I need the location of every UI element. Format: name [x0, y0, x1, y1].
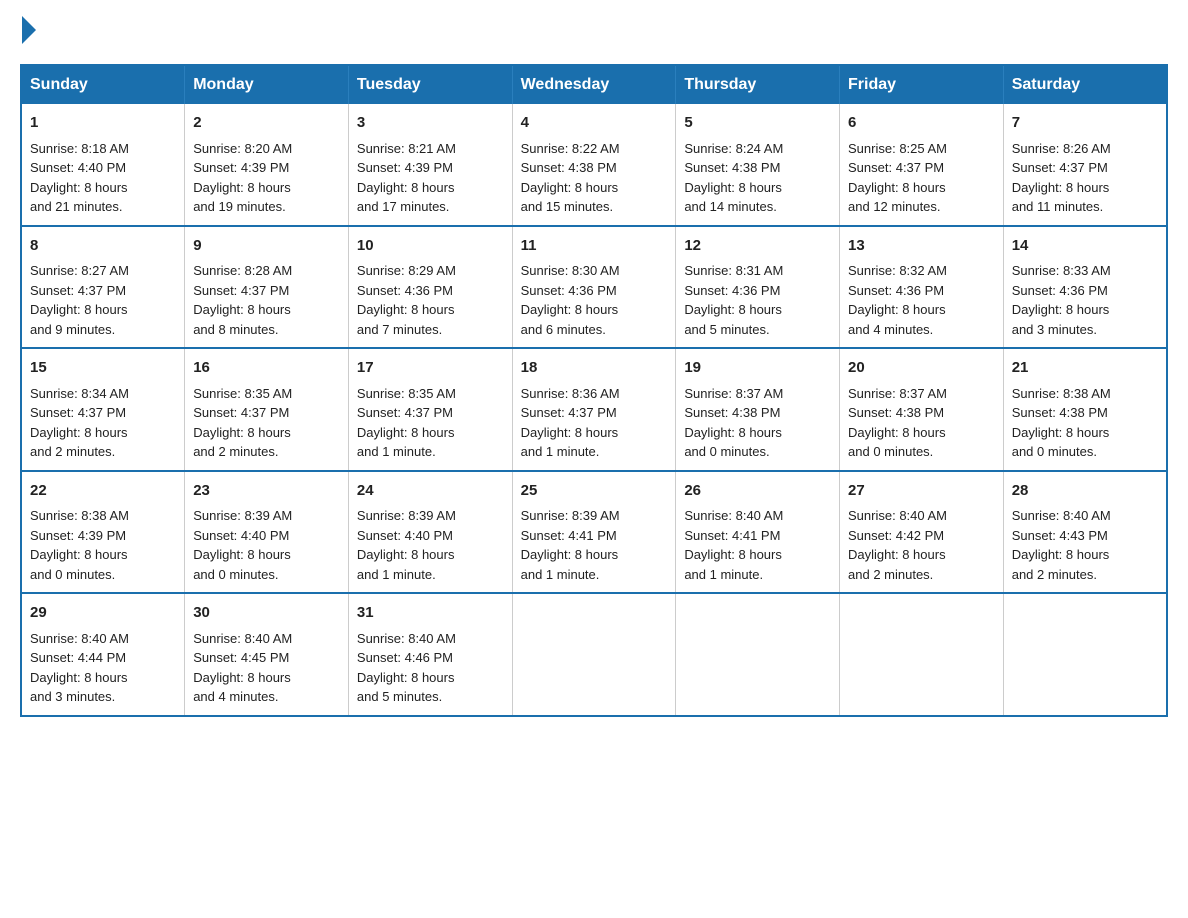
day-number: 20 — [848, 357, 995, 380]
day-number: 31 — [357, 602, 504, 625]
day-number: 22 — [30, 480, 176, 503]
calendar-cell: 17Sunrise: 8:35 AMSunset: 4:37 PMDayligh… — [348, 348, 512, 471]
calendar-cell: 15Sunrise: 8:34 AMSunset: 4:37 PMDayligh… — [21, 348, 185, 471]
weekday-header-sunday: Sunday — [21, 65, 185, 104]
weekday-header-row: SundayMondayTuesdayWednesdayThursdayFrid… — [21, 65, 1167, 104]
day-number: 21 — [1012, 357, 1158, 380]
day-number: 29 — [30, 602, 176, 625]
calendar-table: SundayMondayTuesdayWednesdayThursdayFrid… — [20, 64, 1168, 717]
calendar-cell: 5Sunrise: 8:24 AMSunset: 4:38 PMDaylight… — [676, 104, 840, 226]
calendar-cell: 10Sunrise: 8:29 AMSunset: 4:36 PMDayligh… — [348, 226, 512, 349]
calendar-cell: 13Sunrise: 8:32 AMSunset: 4:36 PMDayligh… — [840, 226, 1004, 349]
calendar-cell: 24Sunrise: 8:39 AMSunset: 4:40 PMDayligh… — [348, 471, 512, 594]
calendar-cell: 25Sunrise: 8:39 AMSunset: 4:41 PMDayligh… — [512, 471, 676, 594]
calendar-cell: 28Sunrise: 8:40 AMSunset: 4:43 PMDayligh… — [1003, 471, 1167, 594]
day-number: 3 — [357, 112, 504, 135]
weekday-header-friday: Friday — [840, 65, 1004, 104]
calendar-cell: 9Sunrise: 8:28 AMSunset: 4:37 PMDaylight… — [185, 226, 349, 349]
calendar-cell: 30Sunrise: 8:40 AMSunset: 4:45 PMDayligh… — [185, 593, 349, 716]
calendar-cell: 26Sunrise: 8:40 AMSunset: 4:41 PMDayligh… — [676, 471, 840, 594]
day-number: 4 — [521, 112, 668, 135]
day-number: 25 — [521, 480, 668, 503]
day-number: 24 — [357, 480, 504, 503]
calendar-week-4: 22Sunrise: 8:38 AMSunset: 4:39 PMDayligh… — [21, 471, 1167, 594]
day-number: 12 — [684, 235, 831, 258]
day-number: 2 — [193, 112, 340, 135]
day-number: 23 — [193, 480, 340, 503]
calendar-cell — [676, 593, 840, 716]
calendar-cell: 11Sunrise: 8:30 AMSunset: 4:36 PMDayligh… — [512, 226, 676, 349]
calendar-cell — [1003, 593, 1167, 716]
calendar-cell — [840, 593, 1004, 716]
calendar-cell: 1Sunrise: 8:18 AMSunset: 4:40 PMDaylight… — [21, 104, 185, 226]
calendar-cell: 3Sunrise: 8:21 AMSunset: 4:39 PMDaylight… — [348, 104, 512, 226]
day-number: 11 — [521, 235, 668, 258]
calendar-cell: 29Sunrise: 8:40 AMSunset: 4:44 PMDayligh… — [21, 593, 185, 716]
calendar-week-2: 8Sunrise: 8:27 AMSunset: 4:37 PMDaylight… — [21, 226, 1167, 349]
weekday-header-saturday: Saturday — [1003, 65, 1167, 104]
day-number: 27 — [848, 480, 995, 503]
logo-triangle-icon — [22, 16, 36, 44]
calendar-cell: 22Sunrise: 8:38 AMSunset: 4:39 PMDayligh… — [21, 471, 185, 594]
day-number: 15 — [30, 357, 176, 380]
calendar-cell: 23Sunrise: 8:39 AMSunset: 4:40 PMDayligh… — [185, 471, 349, 594]
page-header — [20, 20, 1168, 44]
logo-blue-part — [20, 20, 36, 44]
weekday-header-wednesday: Wednesday — [512, 65, 676, 104]
day-number: 13 — [848, 235, 995, 258]
day-number: 17 — [357, 357, 504, 380]
day-number: 8 — [30, 235, 176, 258]
day-number: 9 — [193, 235, 340, 258]
calendar-cell: 2Sunrise: 8:20 AMSunset: 4:39 PMDaylight… — [185, 104, 349, 226]
calendar-week-3: 15Sunrise: 8:34 AMSunset: 4:37 PMDayligh… — [21, 348, 1167, 471]
day-number: 16 — [193, 357, 340, 380]
calendar-cell: 7Sunrise: 8:26 AMSunset: 4:37 PMDaylight… — [1003, 104, 1167, 226]
calendar-cell — [512, 593, 676, 716]
calendar-cell: 21Sunrise: 8:38 AMSunset: 4:38 PMDayligh… — [1003, 348, 1167, 471]
day-number: 26 — [684, 480, 831, 503]
day-number: 30 — [193, 602, 340, 625]
day-number: 19 — [684, 357, 831, 380]
weekday-header-monday: Monday — [185, 65, 349, 104]
calendar-cell: 8Sunrise: 8:27 AMSunset: 4:37 PMDaylight… — [21, 226, 185, 349]
calendar-cell: 20Sunrise: 8:37 AMSunset: 4:38 PMDayligh… — [840, 348, 1004, 471]
calendar-cell: 31Sunrise: 8:40 AMSunset: 4:46 PMDayligh… — [348, 593, 512, 716]
calendar-cell: 6Sunrise: 8:25 AMSunset: 4:37 PMDaylight… — [840, 104, 1004, 226]
calendar-cell: 12Sunrise: 8:31 AMSunset: 4:36 PMDayligh… — [676, 226, 840, 349]
day-number: 14 — [1012, 235, 1158, 258]
calendar-cell: 18Sunrise: 8:36 AMSunset: 4:37 PMDayligh… — [512, 348, 676, 471]
calendar-week-5: 29Sunrise: 8:40 AMSunset: 4:44 PMDayligh… — [21, 593, 1167, 716]
weekday-header-thursday: Thursday — [676, 65, 840, 104]
day-number: 28 — [1012, 480, 1158, 503]
day-number: 18 — [521, 357, 668, 380]
day-number: 10 — [357, 235, 504, 258]
day-number: 5 — [684, 112, 831, 135]
calendar-cell: 4Sunrise: 8:22 AMSunset: 4:38 PMDaylight… — [512, 104, 676, 226]
logo — [20, 20, 36, 44]
calendar-cell: 14Sunrise: 8:33 AMSunset: 4:36 PMDayligh… — [1003, 226, 1167, 349]
calendar-cell: 16Sunrise: 8:35 AMSunset: 4:37 PMDayligh… — [185, 348, 349, 471]
calendar-cell: 19Sunrise: 8:37 AMSunset: 4:38 PMDayligh… — [676, 348, 840, 471]
day-number: 1 — [30, 112, 176, 135]
calendar-cell: 27Sunrise: 8:40 AMSunset: 4:42 PMDayligh… — [840, 471, 1004, 594]
day-number: 7 — [1012, 112, 1158, 135]
day-number: 6 — [848, 112, 995, 135]
calendar-week-1: 1Sunrise: 8:18 AMSunset: 4:40 PMDaylight… — [21, 104, 1167, 226]
weekday-header-tuesday: Tuesday — [348, 65, 512, 104]
